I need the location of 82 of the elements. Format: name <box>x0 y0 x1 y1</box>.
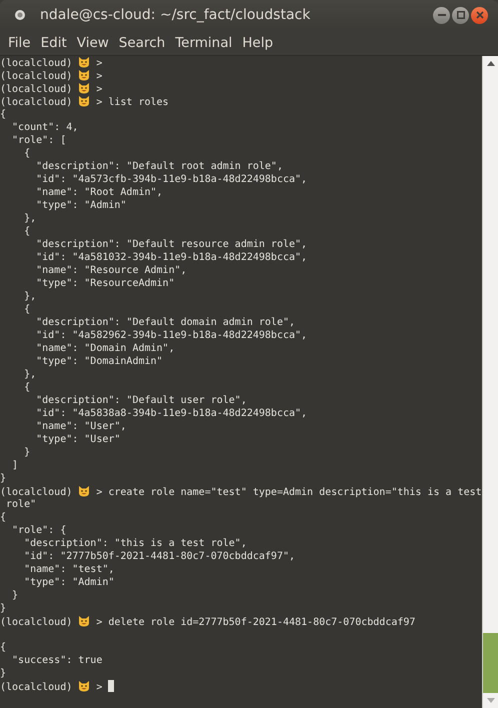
prompt-symbol: > <box>96 97 102 108</box>
output-line: role" <box>5 499 36 510</box>
prompt-symbol: > <box>96 58 102 69</box>
cat-face-icon <box>78 95 90 107</box>
output-line: } <box>0 473 6 484</box>
output-line: "id": "2777b50f-2021-4481-80c7-070cbddcaf97", <box>23 551 296 562</box>
output-line: }, <box>23 291 36 302</box>
prompt-label: (localcloud) <box>0 58 72 69</box>
output-line: }, <box>23 213 36 224</box>
output-line: { <box>23 382 30 393</box>
cat-face-icon <box>78 82 90 94</box>
output-line: "id": "4a581032-394b-11e9-b18a-48d22498bcca", <box>35 252 308 263</box>
output-line: { <box>23 226 30 237</box>
output-line: "name": "test", <box>23 564 114 575</box>
cat-face-icon <box>78 485 90 497</box>
close-button[interactable] <box>471 6 488 24</box>
output-line: "type": "Admin" <box>35 200 126 211</box>
menu-item[interactable]: Help <box>237 34 278 50</box>
prompt-label: (localcloud) <box>0 487 72 498</box>
prompt-symbol: > <box>96 84 102 95</box>
scrollbar[interactable] <box>482 56 498 708</box>
output-line: "success": true <box>11 655 102 666</box>
output-line: } <box>23 447 30 458</box>
menu-item[interactable]: Edit <box>36 34 72 50</box>
menu-item[interactable]: File <box>3 34 36 50</box>
output-line: "type": "Admin" <box>23 577 114 588</box>
prompt-symbol: > <box>96 71 102 82</box>
output-line: "id": "4a582962-394b-11e9-b18a-48d22498bcca", <box>35 330 308 341</box>
maximize-icon <box>456 11 464 19</box>
prompt-label: (localcloud) <box>0 617 72 628</box>
prompt-label: (localcloud) <box>0 97 72 108</box>
output-line: { <box>0 512 6 523</box>
prompt-symbol: > <box>96 617 102 628</box>
output-line: "type": "DomainAdmin" <box>35 356 163 367</box>
output-line: }, <box>23 369 36 380</box>
cat-face-icon <box>78 69 90 81</box>
output-line: { <box>0 642 6 653</box>
minimize-icon <box>438 11 446 19</box>
scroll-up-icon[interactable] <box>486 61 494 66</box>
output-line: } <box>0 668 6 679</box>
output-line: "description": "Default root admin role", <box>35 161 283 172</box>
menu-item[interactable]: Search <box>114 34 170 50</box>
prompt-label: (localcloud) <box>0 682 72 693</box>
command-text: list roles <box>108 97 169 108</box>
cat-face-icon <box>78 615 90 627</box>
scroll-thumb[interactable] <box>483 633 498 693</box>
output-line: } <box>0 603 6 614</box>
output-line: "description": "Default user role", <box>35 395 247 406</box>
output-line: } <box>11 590 18 601</box>
output-line: "id": "4a5838a8-394b-11e9-b18a-48d22498bcca", <box>35 408 308 419</box>
output-line: "name": "Root Admin", <box>35 187 163 198</box>
app-icon <box>14 9 26 21</box>
prompt-symbol: > <box>96 682 102 693</box>
output-line: "description": "Default resource admin role", <box>35 239 308 250</box>
cat-face-icon <box>78 680 90 692</box>
output-line: "id": "4a573cfb-394b-11e9-b18a-48d22498bcca", <box>35 174 308 185</box>
output-line: ] <box>11 460 18 471</box>
output-line: "name": "User", <box>35 421 126 432</box>
output-line: { <box>23 304 30 315</box>
output-line: "role": { <box>11 525 66 536</box>
output-line: "count": 4, <box>11 122 78 133</box>
output-line: "name": "Domain Admin", <box>35 343 175 354</box>
output-line: "description": "this is a test role", <box>23 538 247 549</box>
prompt-symbol: > <box>96 487 102 498</box>
output-line: { <box>23 148 30 159</box>
command-text: create role name="test" type=Admin description="this is a test <box>108 487 482 498</box>
window-title: ndale@cs-cloud: ~/src_fact/cloudstack <box>40 7 312 23</box>
output-line: "name": "Resource Admin", <box>35 265 187 276</box>
cat-face-icon <box>78 56 90 68</box>
prompt-label: (localcloud) <box>0 71 72 82</box>
menu-item[interactable]: View <box>72 34 114 50</box>
menu-item[interactable]: Terminal <box>170 34 238 50</box>
command-text: delete role id=2777b50f-2021-4481-80c7-070cbddcaf97 <box>108 617 416 628</box>
output-line: "role": [ <box>11 135 66 146</box>
minimize-button[interactable] <box>433 6 450 24</box>
output-line: "description": "Default domain admin role", <box>35 317 296 328</box>
output-line: { <box>0 109 6 120</box>
output-line: "type": "User" <box>35 434 120 445</box>
prompt-label: (localcloud) <box>0 84 72 95</box>
close-icon <box>476 11 484 19</box>
maximize-button[interactable] <box>452 6 469 24</box>
output-line: "type": "ResourceAdmin" <box>35 278 175 289</box>
